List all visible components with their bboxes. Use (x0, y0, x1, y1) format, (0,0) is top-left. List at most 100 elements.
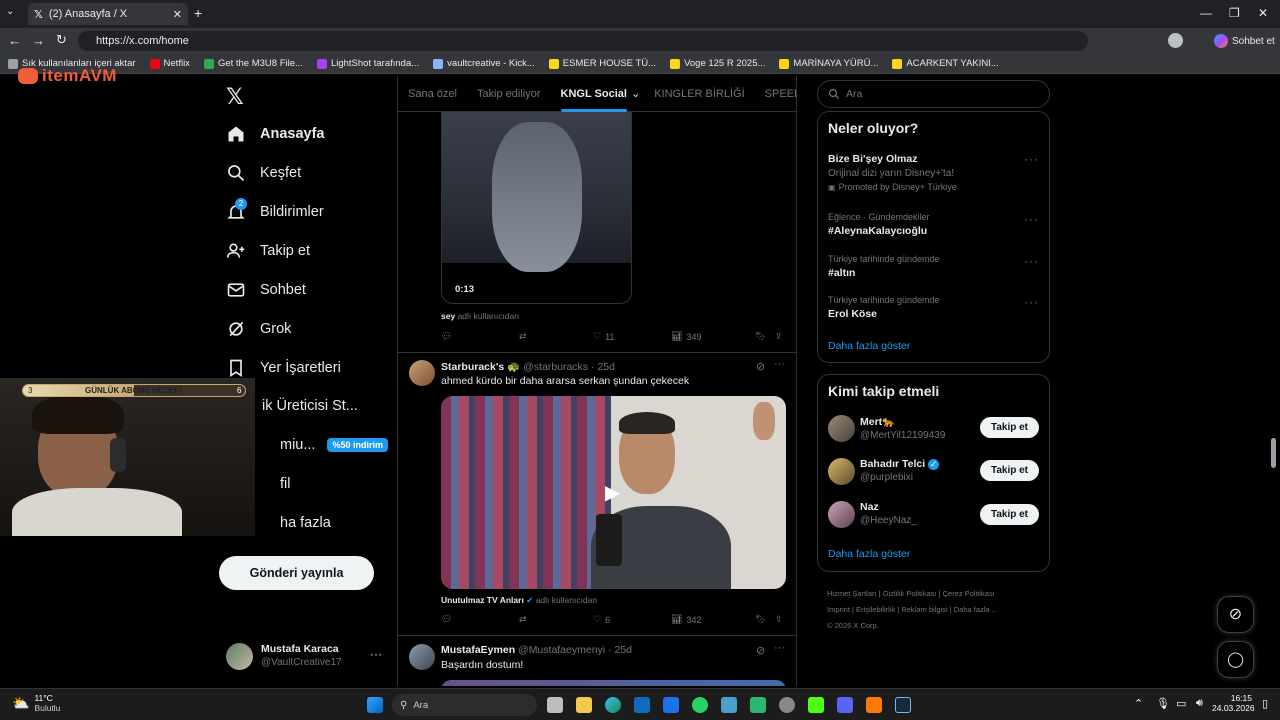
kick-icon[interactable] (808, 697, 824, 713)
nav-creator[interactable]: ik Üreticisi St... (262, 398, 358, 414)
whatsapp-icon[interactable] (692, 697, 708, 713)
discord-icon[interactable] (837, 697, 853, 713)
tab-close-icon[interactable]: ✕ (173, 8, 182, 21)
notification-icon[interactable]: ▯ (1262, 697, 1268, 710)
tweet3-avatar[interactable] (409, 644, 435, 670)
grok-analyze-icon[interactable]: ⊘ (756, 644, 765, 657)
copilot-button[interactable]: Sohbet et (1214, 32, 1275, 50)
url-field[interactable]: https://x.com/home (78, 31, 1088, 51)
nav-follow[interactable]: Takip et (226, 241, 310, 261)
bookmark-item[interactable]: vaultcreative - Kick... (433, 58, 535, 69)
task-view-icon[interactable] (547, 697, 563, 713)
minimize-icon[interactable]: — (1200, 6, 1212, 20)
tweet1-video[interactable]: 0:13 (441, 112, 632, 304)
taskbar-search[interactable]: ⚲ Ara (392, 694, 537, 716)
trend-more-icon[interactable]: ··· (1024, 295, 1039, 309)
bookmark-item[interactable]: MARİNAYA YÜRÜ... (779, 58, 878, 69)
follow-button[interactable]: Takip et (980, 504, 1039, 525)
tab-actions-icon[interactable]: ⌄ (6, 6, 20, 20)
who-show-more[interactable]: Daha fazla göster (828, 548, 910, 560)
nav-home[interactable]: Anasayfa (226, 124, 324, 144)
tweet3-name[interactable]: MustafaEymen (441, 644, 515, 656)
tweet2-name[interactable]: Starburack's (441, 361, 504, 373)
profile-avatar-icon[interactable] (1168, 33, 1183, 48)
maximize-icon[interactable]: ❐ (1229, 6, 1240, 20)
nav-premium[interactable]: miu... %50 indirim (280, 437, 388, 453)
reply-icon[interactable]: 💬︎ (441, 614, 519, 625)
trend-more-icon[interactable]: ··· (1024, 152, 1039, 166)
browser-tab-home[interactable]: 𝕏 (2) Anasayfa / X ✕ (28, 3, 188, 25)
new-tab-button[interactable]: + (194, 5, 202, 21)
network-icon[interactable]: ▭ (1176, 697, 1186, 710)
trend-more-icon[interactable]: ··· (1024, 254, 1039, 268)
tweet1-source-user[interactable]: sey (441, 311, 455, 321)
nav-grok[interactable]: Grok (226, 319, 291, 339)
store-icon[interactable] (663, 697, 679, 713)
trend-item[interactable]: Türkiye tarihinde gündemde Erol Köse (828, 295, 940, 320)
suggestion-user[interactable]: Naz @HeeyNaz_ (860, 501, 917, 526)
clock[interactable]: 16:15 24.03.2026 (1212, 693, 1255, 713)
footer-link[interactable]: Erişilebilirlik (856, 605, 895, 614)
app-icon[interactable] (779, 697, 795, 713)
timeline-tab[interactable]: KNGL Social (551, 76, 637, 112)
tweet2-avatar[interactable] (409, 360, 435, 386)
microphone-icon[interactable]: 🎙︎ (1156, 697, 1170, 710)
timeline-tab[interactable]: Sana özel (398, 76, 467, 112)
app-icon[interactable] (866, 697, 882, 713)
trend-item[interactable]: Türkiye tarihinde gündemde #altın (828, 254, 940, 279)
nav-chat[interactable]: Sohbet (226, 280, 306, 300)
footer-link[interactable]: Gizlilik Politikası (883, 589, 937, 598)
edge-icon[interactable] (605, 697, 621, 713)
app-icon[interactable] (750, 697, 766, 713)
bookmark-item[interactable]: ACARKENT YAKINI... (892, 58, 999, 69)
retweet-icon[interactable]: ⇄ (519, 614, 593, 625)
bookmark-item[interactable]: Voge 125 R 2025... (670, 58, 765, 69)
suggestion-user[interactable]: Bahadır Telci ✓ @purplebixi (860, 458, 940, 483)
trends-show-more[interactable]: Daha fazla göster (828, 340, 910, 352)
grok-floating-button[interactable]: ⊘ (1217, 596, 1254, 633)
volume-icon[interactable]: 🔊︎ (1196, 697, 1203, 710)
bookmark-icon[interactable]: 🔖︎ (755, 614, 775, 625)
forward-icon[interactable]: → (32, 33, 45, 48)
timeline-tab[interactable]: SPEED G (755, 76, 796, 112)
timeline-tab[interactable]: Takip ediliyor (467, 76, 551, 112)
play-icon[interactable]: ▶ (605, 480, 620, 505)
suggestion-avatar[interactable] (828, 415, 855, 442)
like-button[interactable]: ♡ 6 (593, 614, 671, 625)
retweet-icon[interactable]: ⇄ (519, 331, 593, 342)
tweet2-more-icon[interactable]: ··· (774, 358, 785, 370)
suggestion-avatar[interactable] (828, 458, 855, 485)
suggestion-user[interactable]: Mert🐆 @MertYil12199439 (860, 415, 945, 441)
bookmark-icon[interactable]: 🔖︎ (755, 331, 775, 342)
back-icon[interactable]: ← (8, 33, 21, 48)
steam-icon[interactable] (895, 697, 911, 713)
close-window-icon[interactable]: ✕ (1258, 6, 1268, 20)
tweet3-handle[interactable]: @Mustafaeymenyi (518, 644, 605, 656)
nav-more[interactable]: ha fazla (280, 515, 331, 531)
weather-widget[interactable]: ⛅ 11°C Bulutlu (12, 693, 60, 713)
footer-link[interactable]: Hizmet Şartları (827, 589, 877, 598)
views-button[interactable]: 📊︎ 342 (671, 614, 755, 625)
footer-link[interactable]: Çerez Politikası (943, 589, 995, 598)
file-explorer-icon[interactable] (576, 697, 592, 713)
share-icon[interactable]: ⇪ (775, 331, 783, 342)
account-more-icon[interactable]: ··· (370, 647, 382, 661)
refresh-icon[interactable]: ↻ (56, 32, 67, 48)
trend-item[interactable]: Bize Bi'şey Olmaz Orijinal dizi yarın Di… (828, 153, 1041, 192)
windows-start-icon[interactable] (367, 697, 383, 713)
suggestion-avatar[interactable] (828, 501, 855, 528)
grok-analyze-icon[interactable]: ⊘ (756, 360, 765, 373)
outlook-icon[interactable] (634, 697, 650, 713)
nav-notifications[interactable]: 2 Bildirimler (226, 198, 324, 222)
views-button[interactable]: 📊︎ 349 (671, 331, 755, 342)
footer-link[interactable]: Daha fazla ... (954, 605, 998, 614)
post-button[interactable]: Gönderi yayınla (219, 556, 374, 590)
scrollbar-thumb[interactable] (1271, 438, 1276, 468)
trend-more-icon[interactable]: ··· (1024, 212, 1039, 226)
tweet2-source-user[interactable]: Unutulmaz TV Anları (441, 595, 524, 605)
follow-button[interactable]: Takip et (980, 417, 1039, 438)
nav-bookmarks[interactable]: Yer İşaretleri (226, 358, 341, 378)
timeline-tab[interactable]: KINGLER BİRLİĞİ (644, 76, 754, 112)
nav-profile[interactable]: fil (280, 476, 290, 492)
trend-item[interactable]: Eğlence · Gündemdekiler #AleynaKalaycıoğ… (828, 212, 930, 237)
